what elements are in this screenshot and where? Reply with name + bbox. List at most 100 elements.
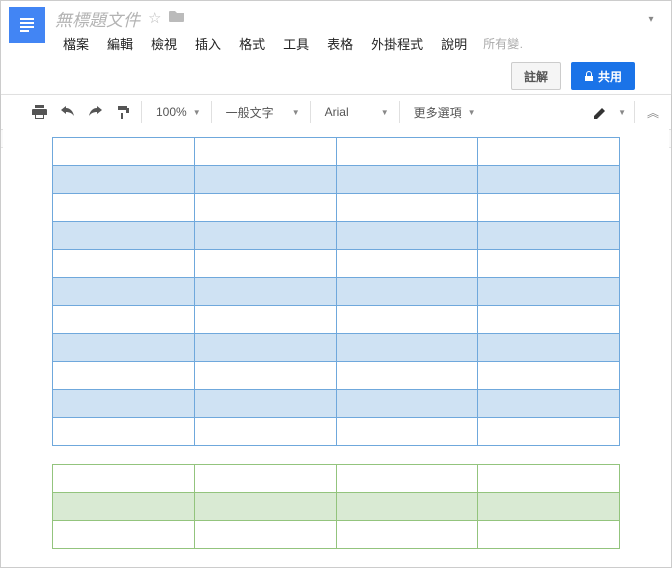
menu-file[interactable]: 檔案 bbox=[55, 31, 97, 56]
table-cell[interactable] bbox=[194, 250, 336, 278]
table-row[interactable] bbox=[53, 138, 620, 166]
menu-addons[interactable]: 外掛程式 bbox=[363, 31, 431, 56]
table-cell[interactable] bbox=[336, 390, 478, 418]
table-cell[interactable] bbox=[194, 166, 336, 194]
font-selector[interactable]: Arial▼ bbox=[315, 98, 395, 126]
docs-logo[interactable] bbox=[9, 7, 45, 43]
table-cell[interactable] bbox=[53, 138, 195, 166]
table-cell[interactable] bbox=[336, 250, 478, 278]
table-cell[interactable] bbox=[194, 521, 336, 549]
table-cell[interactable] bbox=[336, 418, 478, 446]
table-cell[interactable] bbox=[478, 362, 620, 390]
folder-icon[interactable] bbox=[169, 9, 185, 27]
table-cell[interactable] bbox=[194, 418, 336, 446]
table-cell[interactable] bbox=[53, 250, 195, 278]
comments-button[interactable]: 註解 bbox=[511, 62, 561, 90]
table-cell[interactable] bbox=[194, 222, 336, 250]
table-row[interactable] bbox=[53, 418, 620, 446]
table-cell[interactable] bbox=[478, 250, 620, 278]
blue-striped-table[interactable] bbox=[52, 137, 620, 446]
table-cell[interactable] bbox=[336, 138, 478, 166]
more-options-label: 更多選項 bbox=[414, 104, 462, 121]
table-cell[interactable] bbox=[478, 194, 620, 222]
table-cell[interactable] bbox=[53, 362, 195, 390]
undo-icon[interactable] bbox=[53, 98, 81, 126]
table-cell[interactable] bbox=[194, 278, 336, 306]
menu-tools[interactable]: 工具 bbox=[275, 31, 317, 56]
table-cell[interactable] bbox=[194, 493, 336, 521]
menu-insert[interactable]: 插入 bbox=[187, 31, 229, 56]
table-cell[interactable] bbox=[336, 306, 478, 334]
table-row[interactable] bbox=[53, 493, 620, 521]
table-cell[interactable] bbox=[194, 362, 336, 390]
table-row[interactable] bbox=[53, 521, 620, 549]
table-row[interactable] bbox=[53, 390, 620, 418]
table-cell[interactable] bbox=[478, 138, 620, 166]
table-cell[interactable] bbox=[53, 334, 195, 362]
zoom-selector[interactable]: 100%▼ bbox=[146, 98, 207, 126]
table-row[interactable] bbox=[53, 250, 620, 278]
share-button[interactable]: 共用 bbox=[571, 62, 635, 90]
star-icon[interactable]: ☆ bbox=[148, 9, 161, 27]
table-row[interactable] bbox=[53, 278, 620, 306]
table-cell[interactable] bbox=[478, 521, 620, 549]
redo-icon[interactable] bbox=[81, 98, 109, 126]
table-row[interactable] bbox=[53, 334, 620, 362]
table-cell[interactable] bbox=[194, 138, 336, 166]
table-cell[interactable] bbox=[336, 334, 478, 362]
document-title[interactable]: 無標題文件 bbox=[55, 6, 140, 31]
table-cell[interactable] bbox=[478, 493, 620, 521]
editing-mode-icon[interactable] bbox=[586, 98, 614, 126]
table-cell[interactable] bbox=[53, 194, 195, 222]
table-cell[interactable] bbox=[194, 194, 336, 222]
table-cell[interactable] bbox=[53, 465, 195, 493]
more-options-selector[interactable]: 更多選項▼ bbox=[404, 98, 482, 126]
table-row[interactable] bbox=[53, 166, 620, 194]
menu-format[interactable]: 格式 bbox=[231, 31, 273, 56]
table-cell[interactable] bbox=[478, 390, 620, 418]
table-cell[interactable] bbox=[53, 222, 195, 250]
green-striped-table[interactable] bbox=[52, 464, 620, 549]
table-cell[interactable] bbox=[478, 278, 620, 306]
table-cell[interactable] bbox=[53, 493, 195, 521]
table-cell[interactable] bbox=[336, 278, 478, 306]
table-cell[interactable] bbox=[478, 465, 620, 493]
document-canvas[interactable] bbox=[3, 123, 669, 565]
paint-format-icon[interactable] bbox=[109, 98, 137, 126]
print-icon[interactable] bbox=[25, 98, 53, 126]
table-cell[interactable] bbox=[53, 306, 195, 334]
table-cell[interactable] bbox=[53, 166, 195, 194]
table-cell[interactable] bbox=[336, 362, 478, 390]
table-cell[interactable] bbox=[194, 306, 336, 334]
table-cell[interactable] bbox=[336, 222, 478, 250]
table-cell[interactable] bbox=[336, 194, 478, 222]
paragraph-style-selector[interactable]: 一般文字▼ bbox=[216, 98, 306, 126]
menu-view[interactable]: 檢視 bbox=[143, 31, 185, 56]
table-row[interactable] bbox=[53, 306, 620, 334]
table-cell[interactable] bbox=[194, 465, 336, 493]
table-cell[interactable] bbox=[53, 418, 195, 446]
table-cell[interactable] bbox=[478, 306, 620, 334]
table-cell[interactable] bbox=[478, 418, 620, 446]
collapse-toolbar-icon[interactable]: ︽ bbox=[639, 98, 667, 126]
table-cell[interactable] bbox=[194, 334, 336, 362]
table-cell[interactable] bbox=[478, 166, 620, 194]
table-cell[interactable] bbox=[336, 166, 478, 194]
table-row[interactable] bbox=[53, 194, 620, 222]
table-cell[interactable] bbox=[336, 465, 478, 493]
menu-help[interactable]: 說明 bbox=[433, 31, 475, 56]
table-cell[interactable] bbox=[478, 222, 620, 250]
table-cell[interactable] bbox=[478, 334, 620, 362]
table-cell[interactable] bbox=[53, 390, 195, 418]
table-row[interactable] bbox=[53, 362, 620, 390]
menu-table[interactable]: 表格 bbox=[319, 31, 361, 56]
table-cell[interactable] bbox=[336, 493, 478, 521]
table-cell[interactable] bbox=[336, 521, 478, 549]
table-row[interactable] bbox=[53, 222, 620, 250]
table-cell[interactable] bbox=[53, 278, 195, 306]
table-cell[interactable] bbox=[194, 390, 336, 418]
header-chevron-icon[interactable]: ▾ bbox=[639, 7, 663, 31]
table-row[interactable] bbox=[53, 465, 620, 493]
table-cell[interactable] bbox=[53, 521, 195, 549]
menu-edit[interactable]: 編輯 bbox=[99, 31, 141, 56]
